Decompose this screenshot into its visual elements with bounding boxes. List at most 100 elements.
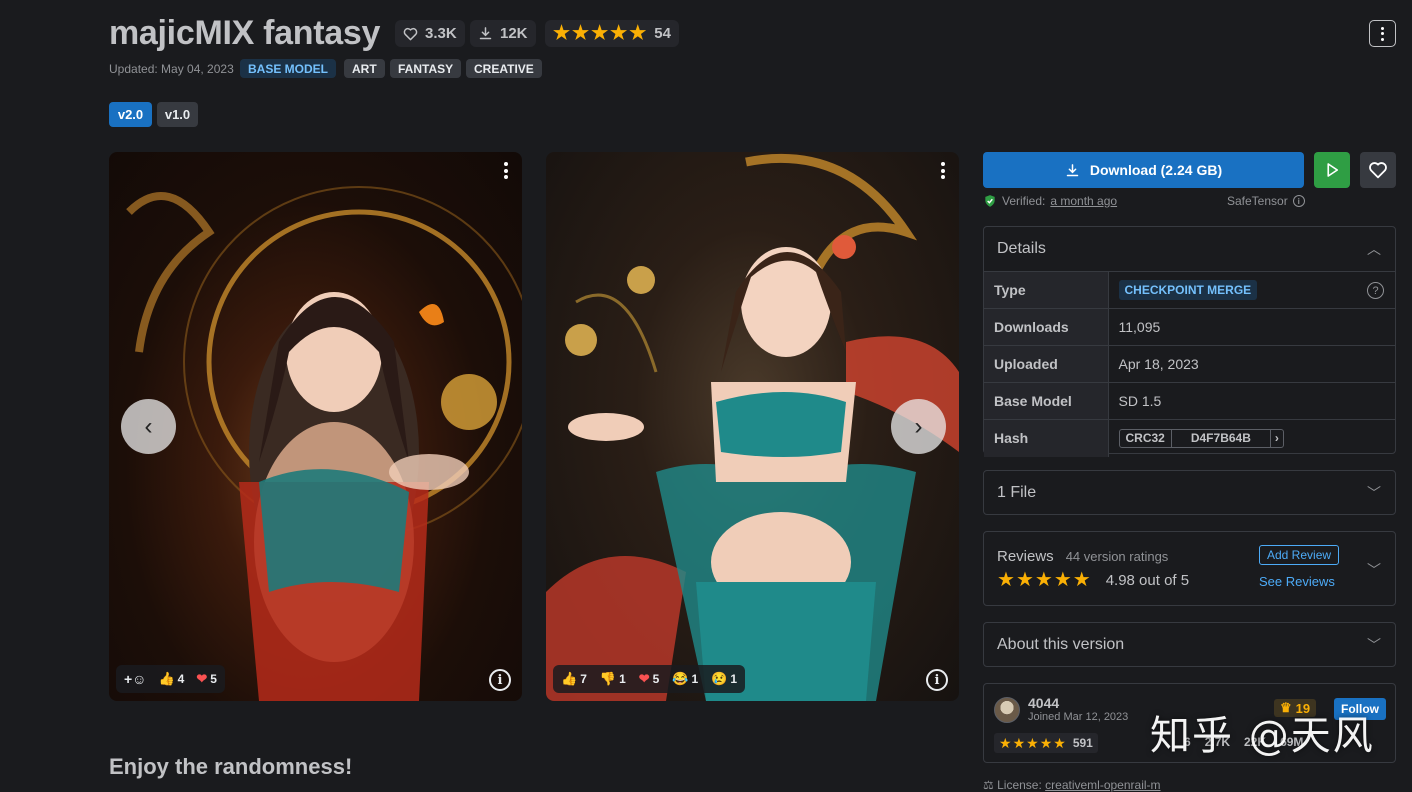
rating-stat[interactable]: ★ ★ ★ ★ ★ 54 <box>545 20 679 47</box>
star-icon: ★ <box>1034 569 1053 591</box>
heart-icon: ❤ <box>196 671 208 686</box>
carousel-next-button[interactable]: › <box>891 399 946 454</box>
about-panel[interactable]: About this version ﹀ <box>983 622 1396 667</box>
chevron-down-icon[interactable]: ﹀ <box>1367 560 1381 580</box>
chevron-right-icon: › <box>914 412 923 440</box>
hash-box[interactable]: CRC32 D4F7B64B › <box>1118 428 1284 448</box>
info-circle-icon[interactable]: i <box>1292 195 1305 207</box>
tag-art[interactable]: ART <box>344 59 385 78</box>
detail-key: Type <box>984 271 1109 309</box>
shield-check-icon <box>985 195 995 207</box>
favorite-button[interactable] <box>1360 152 1396 188</box>
creator-rating-count: 591 <box>1072 736 1093 750</box>
creator-rating: ★ ★ ★ ★ ★ 591 <box>994 733 1098 753</box>
version-tab-v2[interactable]: v2.0 <box>109 102 152 127</box>
more-options-button[interactable] <box>1369 20 1396 47</box>
avatar[interactable] <box>994 697 1020 723</box>
details-table: Type CHECKPOINT MERGE ? Downloads 11,095… <box>984 271 1395 457</box>
table-row: Base Model SD 1.5 <box>984 382 1395 420</box>
thumbs-up-icon: 👍 <box>561 671 578 686</box>
heart-icon <box>1369 162 1387 179</box>
cry-icon: 😢 <box>711 671 728 686</box>
reviews-panel: Reviews 44 version ratings ★ ★ ★ ★ ★ 4.9… <box>983 531 1396 606</box>
table-row: Downloads 11,095 <box>984 308 1395 346</box>
thumbs-up-icon: 👍 <box>158 671 175 686</box>
laugh-icon: 😂 <box>672 671 689 686</box>
table-row: Type CHECKPOINT MERGE ? <box>984 271 1395 309</box>
star-icon: ★ <box>1053 569 1072 591</box>
tag-base-model[interactable]: BASE MODEL <box>240 59 337 78</box>
star-icon: ★ <box>629 23 647 44</box>
file-format: SafeTensor i <box>1227 194 1305 208</box>
chevron-right-icon[interactable]: › <box>1269 429 1283 447</box>
likes-count: 3.3K <box>425 25 457 42</box>
hash-value[interactable]: D4F7B64B <box>1172 430 1270 447</box>
info-icon[interactable]: i <box>489 669 511 691</box>
verified-label: Verified: <box>1002 194 1046 208</box>
creator-joined: Joined Mar 12, 2023 <box>1028 711 1129 723</box>
reaction-cry[interactable]: 😢 1 <box>711 671 737 687</box>
help-circle-icon[interactable]: ? <box>1367 282 1384 299</box>
files-panel[interactable]: 1 File ﹀ <box>983 470 1396 515</box>
detail-value: 11,095 <box>1108 308 1395 346</box>
add-review-button[interactable]: Add Review <box>1259 545 1340 565</box>
add-reaction-button[interactable]: +☺ <box>124 671 146 687</box>
tag-creative[interactable]: CREATIVE <box>466 59 542 78</box>
chevron-down-icon: ﹀ <box>1367 637 1381 653</box>
table-row: Hash CRC32 D4F7B64B › <box>984 419 1395 457</box>
chevron-up-icon: ︿ <box>1367 241 1381 257</box>
watermark: 知乎 @天风 <box>1150 713 1375 759</box>
detail-key: Base Model <box>984 382 1109 420</box>
model-title: majicMIX fantasy <box>109 14 381 52</box>
info-icon[interactable]: i <box>926 669 948 691</box>
tag-fantasy[interactable]: FANTASY <box>390 59 462 78</box>
reaction-heart[interactable]: ❤ 5 <box>196 671 217 687</box>
reaction-bar: +☺ 👍 4 ❤ 5 <box>116 665 225 693</box>
kebab-icon <box>504 162 508 179</box>
version-tab-v1[interactable]: v1.0 <box>157 102 198 127</box>
license-link[interactable]: creativeml-openrail-m <box>1045 778 1160 792</box>
reaction-like[interactable]: 👍 4 <box>158 671 184 687</box>
star-icon: ★ <box>610 23 628 44</box>
details-header[interactable]: Details ︿ <box>984 227 1395 271</box>
verified-status: Verified: a month ago <box>983 194 1117 208</box>
download-icon <box>479 27 492 40</box>
star-icon: ★ <box>1053 735 1066 751</box>
image-options-button[interactable] <box>941 162 945 179</box>
star-icon: ★ <box>1072 569 1091 591</box>
review-score: 4.98 out of 5 <box>1105 571 1190 589</box>
updated-date: Updated: May 04, 2023 <box>109 62 234 76</box>
star-icon: ★ <box>553 23 571 44</box>
detail-key: Uploaded <box>984 345 1109 383</box>
file-format-label: SafeTensor <box>1227 194 1288 208</box>
license-label: License: <box>997 778 1042 792</box>
star-icon: ★ <box>1012 735 1026 751</box>
run-button[interactable] <box>1314 152 1350 188</box>
creator-name[interactable]: 4044 <box>1028 695 1059 711</box>
verified-time-link[interactable]: a month ago <box>1050 194 1117 208</box>
reaction-laugh[interactable]: 😂 1 <box>672 671 698 687</box>
download-button[interactable]: Download (2.24 GB) <box>983 152 1304 188</box>
hash-type[interactable]: CRC32 <box>1120 429 1172 447</box>
thumbs-down-icon: 👎 <box>599 671 617 686</box>
carousel-prev-button[interactable]: ‹ <box>121 399 176 454</box>
table-row: Uploaded Apr 18, 2023 <box>984 345 1395 383</box>
star-icon: ★ <box>572 23 590 44</box>
download-label: Download (2.24 GB) <box>1089 162 1223 178</box>
files-heading: 1 File <box>997 484 1037 501</box>
kebab-icon <box>941 162 945 179</box>
reaction-dislike[interactable]: 👎 1 <box>600 671 626 687</box>
reaction-heart[interactable]: ❤ 5 <box>639 671 660 687</box>
star-icon: ★ <box>1039 735 1053 751</box>
likes-stat[interactable]: 3.3K <box>395 20 465 47</box>
image-options-button[interactable] <box>504 162 508 179</box>
model-type-badge[interactable]: CHECKPOINT MERGE <box>1118 280 1258 300</box>
heart-icon <box>403 27 418 40</box>
scale-icon: ⚖ <box>983 778 994 792</box>
star-icon: ★ <box>999 735 1012 751</box>
details-heading: Details <box>997 240 1046 257</box>
details-panel: Details ︿ Type CHECKPOINT MERGE ? Downlo… <box>983 226 1396 457</box>
see-reviews-link[interactable]: See Reviews <box>1259 574 1335 589</box>
reaction-like[interactable]: 👍 7 <box>561 671 587 687</box>
detail-value: SD 1.5 <box>1108 382 1395 420</box>
